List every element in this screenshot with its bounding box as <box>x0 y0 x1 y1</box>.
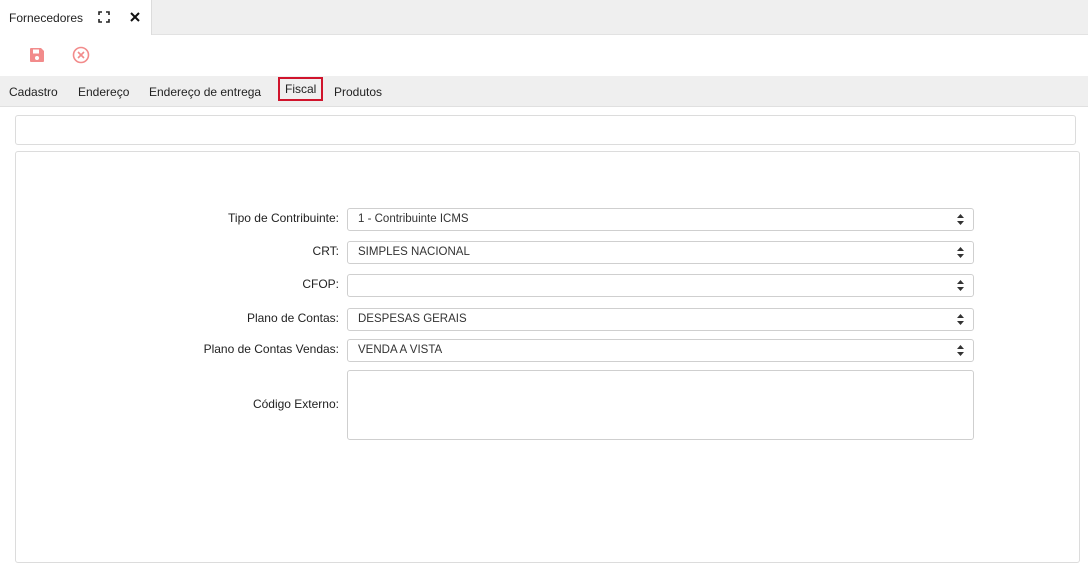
tab-fiscal[interactable]: Fiscal <box>278 77 324 101</box>
plano-contas-value: DESPESAS GERAIS <box>358 313 467 325</box>
sort-caret-icon <box>957 214 964 225</box>
plano-contas-vendas-select[interactable]: VENDA A VISTA <box>347 339 974 362</box>
cfop-label: CFOP: <box>302 277 339 291</box>
plano-contas-vendas-value: VENDA A VISTA <box>358 344 443 356</box>
sort-caret-icon <box>957 345 964 356</box>
plano-contas-label: Plano de Contas: <box>246 311 339 325</box>
plano-contas-select[interactable]: DESPESAS GERAIS <box>347 308 974 331</box>
toolbar <box>0 36 1088 76</box>
search-input[interactable] <box>15 115 1076 145</box>
form-tabs: Cadastro Endereço Endereço de entrega Fi… <box>0 76 1088 107</box>
cfop-select[interactable] <box>347 274 974 297</box>
sort-caret-icon <box>957 314 964 325</box>
cancel-icon <box>72 46 90 64</box>
save-icon <box>30 48 44 62</box>
save-button[interactable] <box>26 44 48 66</box>
cancel-button[interactable] <box>70 44 92 66</box>
tab-endereco[interactable]: Endereço <box>78 80 129 104</box>
tab-endereco-entrega[interactable]: Endereço de entrega <box>149 80 261 104</box>
plano-contas-vendas-label: Plano de Contas Vendas: <box>203 342 339 356</box>
sort-caret-icon <box>957 247 964 258</box>
crt-label: CRT: <box>312 244 339 258</box>
codigo-externo-label: Código Externo: <box>252 397 339 411</box>
tab-cadastro[interactable]: Cadastro <box>9 80 58 104</box>
close-icon[interactable] <box>128 10 142 24</box>
expand-icon[interactable] <box>97 10 111 24</box>
tab-bar: Fornecedores <box>0 0 1088 35</box>
tipo-contribuinte-value: 1 - Contribuinte ICMS <box>358 213 469 225</box>
crt-select[interactable]: SIMPLES NACIONAL <box>347 241 974 264</box>
codigo-externo-field[interactable] <box>347 370 974 440</box>
fiscal-panel: Tipo de Contribuinte: 1 - Contribuinte I… <box>15 151 1080 563</box>
tab-produtos[interactable]: Produtos <box>334 80 382 104</box>
sort-caret-icon <box>957 280 964 291</box>
tipo-contribuinte-label: Tipo de Contribuinte: <box>228 211 339 225</box>
tab-title: Fornecedores <box>9 10 84 25</box>
crt-value: SIMPLES NACIONAL <box>358 246 470 258</box>
tab-fornecedores[interactable]: Fornecedores <box>0 0 152 35</box>
tipo-contribuinte-select[interactable]: 1 - Contribuinte ICMS <box>347 208 974 231</box>
